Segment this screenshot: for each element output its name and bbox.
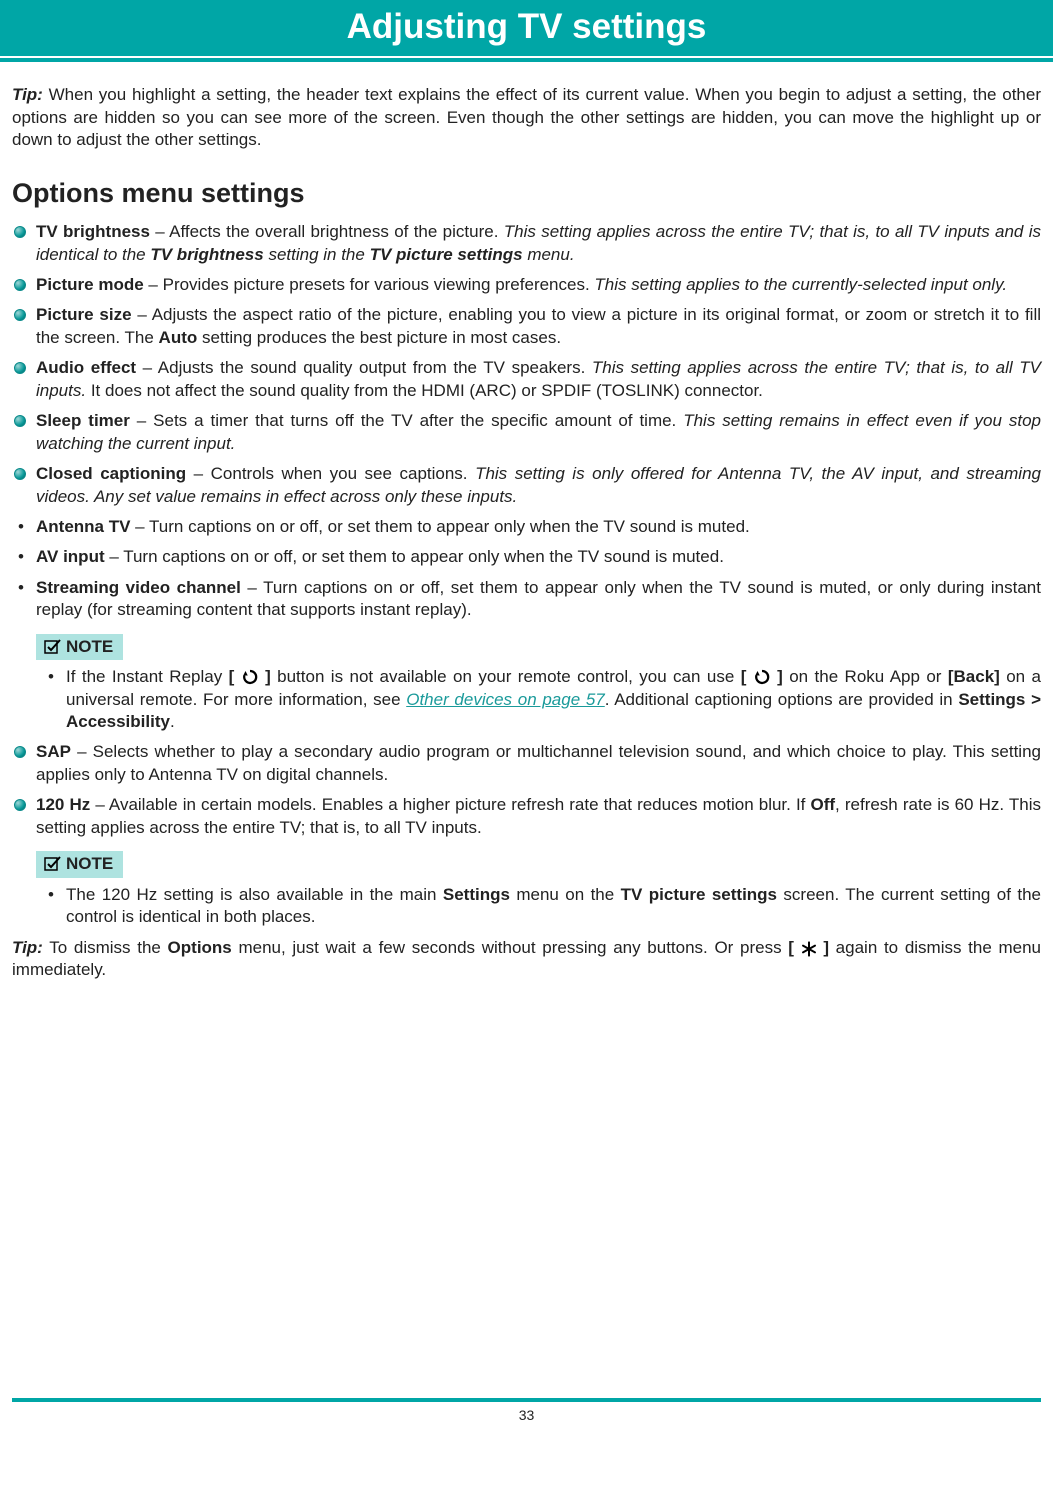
instant-replay-icon	[753, 668, 771, 686]
tip-paragraph-1: Tip: When you highlight a setting, the h…	[12, 84, 1041, 151]
star-icon	[801, 941, 817, 957]
note-badge: NOTE	[36, 851, 123, 877]
list-item: SAP – Selects whether to play a secondar…	[36, 741, 1041, 786]
checkbox-icon	[44, 639, 62, 655]
checkbox-icon	[44, 856, 62, 872]
list-item: TV brightness – Affects the overall brig…	[36, 221, 1041, 266]
list-item: Sleep timer – Sets a timer that turns of…	[36, 410, 1041, 455]
page-title: Adjusting TV settings	[0, 0, 1053, 56]
note-item: If the Instant Replay [ ] button is not …	[66, 666, 1041, 733]
list-item: Picture size – Adjusts the aspect ratio …	[36, 304, 1041, 349]
tip-paragraph-2: Tip: To dismiss the Options menu, just w…	[12, 937, 1041, 982]
list-item: 120 Hz – Available in certain models. En…	[36, 794, 1041, 839]
list-item: Streaming video channel – Turn captions …	[36, 577, 1041, 622]
section-heading: Options menu settings	[0, 176, 1041, 212]
list-item: Closed captioning – Controls when you se…	[36, 463, 1041, 508]
instant-replay-icon	[241, 668, 259, 686]
tip-label: Tip:	[12, 85, 43, 104]
list-item: Antenna TV – Turn captions on or off, or…	[36, 516, 1041, 538]
list-item: Audio effect – Adjusts the sound quality…	[36, 357, 1041, 402]
note-item: The 120 Hz setting is also available in …	[66, 884, 1041, 929]
page-number: 33	[519, 1407, 535, 1423]
page-footer: 33	[12, 1398, 1041, 1424]
note-badge: NOTE	[36, 634, 123, 660]
cross-reference-link[interactable]: Other devices on page 57	[406, 690, 605, 709]
list-item: AV input – Turn captions on or off, or s…	[36, 546, 1041, 568]
page-header: Adjusting TV settings	[0, 0, 1053, 62]
list-item: Picture mode – Provides picture presets …	[36, 274, 1041, 296]
